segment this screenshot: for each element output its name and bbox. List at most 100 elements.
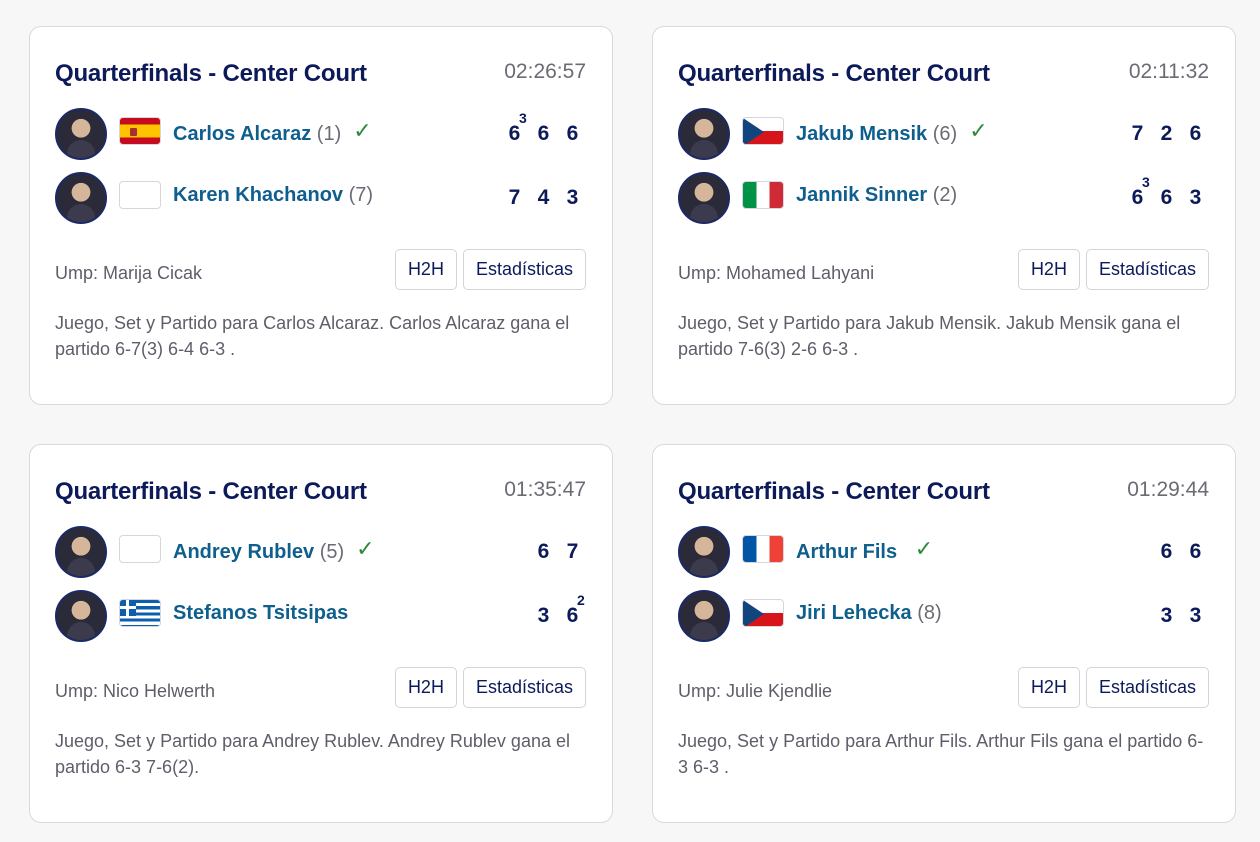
set-games: 6 xyxy=(566,122,579,145)
player-name-link[interactable]: Andrey Rublev (5) ✓ xyxy=(173,536,375,564)
player-avatar[interactable] xyxy=(55,526,107,578)
country-flag-icon xyxy=(742,535,784,563)
player-name[interactable]: Andrey Rublev xyxy=(173,541,314,563)
player-avatar[interactable] xyxy=(678,526,730,578)
country-flag-icon xyxy=(742,181,784,209)
h2h-button[interactable]: H2H xyxy=(394,249,457,290)
player-name[interactable]: Jiri Lehecka xyxy=(796,602,912,624)
umpire-label: Ump: Mohamed Lahyani xyxy=(678,263,875,283)
player-row: Andrey Rublev (5) ✓ 67 xyxy=(55,526,590,578)
player-row: Jannik Sinner (2) 6363 xyxy=(678,172,1213,224)
player-avatar[interactable] xyxy=(678,590,730,642)
set-games: 2 xyxy=(1160,122,1173,145)
set-games: 4 xyxy=(537,186,550,209)
set-scores: 33 xyxy=(1152,604,1210,628)
player-seed: (2) xyxy=(932,184,958,206)
h2h-button[interactable]: H2H xyxy=(1017,249,1080,290)
player-avatar[interactable] xyxy=(55,108,107,160)
match-title: Quarterfinals - Center Court xyxy=(55,60,367,87)
country-flag-icon xyxy=(119,599,161,627)
set-scores: 726 xyxy=(1123,122,1210,146)
player-seed: (8) xyxy=(917,602,942,624)
match-card: Quarterfinals - Center Court 01:35:47 An… xyxy=(29,444,613,823)
player-avatar[interactable] xyxy=(678,108,730,160)
winner-check-icon: ✓ xyxy=(353,118,372,143)
set-scores: 66 xyxy=(1152,540,1210,564)
set-score: 63 xyxy=(1123,174,1152,210)
player-avatar[interactable] xyxy=(678,172,730,224)
player-avatar[interactable] xyxy=(55,590,107,642)
set-score: 6 xyxy=(1181,122,1210,146)
match-card: Quarterfinals - Center Court 02:26:57 Ca… xyxy=(29,26,613,405)
set-games: 6 xyxy=(1160,186,1173,209)
match-grid: Quarterfinals - Center Court 02:26:57 Ca… xyxy=(0,0,1260,842)
player-name-link[interactable]: Jannik Sinner (2) xyxy=(796,184,957,207)
match-duration: 02:26:57 xyxy=(504,60,586,83)
match-duration: 01:35:47 xyxy=(504,478,586,501)
player-name-link[interactable]: Karen Khachanov (7) xyxy=(173,184,373,207)
player-row: Jiri Lehecka (8) 33 xyxy=(678,590,1213,642)
set-scores: 6363 xyxy=(1123,174,1210,210)
tiebreak-score: 2 xyxy=(577,592,585,608)
match-actions: H2H Estadísticas xyxy=(1017,667,1209,708)
set-games: 6 xyxy=(1189,122,1202,145)
player-row: Jakub Mensik (6) ✓ 726 xyxy=(678,108,1213,160)
stats-button[interactable]: Estadísticas xyxy=(462,667,586,708)
player-name-link[interactable]: Carlos Alcaraz (1) ✓ xyxy=(173,118,372,146)
set-score: 62 xyxy=(558,592,587,628)
country-flag-icon xyxy=(742,599,784,627)
set-score: 6 xyxy=(1152,186,1181,210)
set-scores: 63 66 xyxy=(500,110,587,146)
match-actions: H2H Estadísticas xyxy=(394,249,586,290)
set-score: 6 xyxy=(558,122,587,146)
winner-check-icon: ✓ xyxy=(969,118,988,143)
player-name[interactable]: Jakub Mensik xyxy=(796,123,927,145)
set-score: 3 xyxy=(558,186,587,210)
set-scores: 3 62 xyxy=(529,592,587,628)
h2h-button[interactable]: H2H xyxy=(1017,667,1080,708)
tiebreak-score: 3 xyxy=(519,110,527,126)
match-summary: Juego, Set y Partido para Arthur Fils. A… xyxy=(678,731,1204,777)
player-name[interactable]: Stefanos Tsitsipas xyxy=(173,602,348,624)
set-games: 6 xyxy=(1160,540,1173,563)
h2h-button[interactable]: H2H xyxy=(394,667,457,708)
player-row: Arthur Fils ✓ 66 xyxy=(678,526,1213,578)
set-score: 6 xyxy=(1181,540,1210,564)
set-games: 3 xyxy=(1189,186,1202,209)
set-games: 6 xyxy=(1189,540,1202,563)
set-score: 3 xyxy=(1152,604,1181,628)
player-seed: (5) xyxy=(319,541,345,563)
set-scores: 743 xyxy=(500,186,587,210)
player-name-link[interactable]: Jiri Lehecka (8) xyxy=(796,602,942,625)
player-name[interactable]: Jannik Sinner xyxy=(796,184,927,206)
player-name-link[interactable]: Stefanos Tsitsipas xyxy=(173,602,348,625)
stats-button[interactable]: Estadísticas xyxy=(1085,667,1209,708)
winner-check-icon: ✓ xyxy=(356,536,375,561)
player-name[interactable]: Arthur Fils xyxy=(796,541,897,563)
player-seed: (6) xyxy=(932,123,958,145)
match-actions: H2H Estadísticas xyxy=(1017,249,1209,290)
set-score: 3 xyxy=(1181,604,1210,628)
match-summary: Juego, Set y Partido para Jakub Mensik. … xyxy=(678,313,1181,359)
umpire-label: Ump: Julie Kjendlie xyxy=(678,681,833,701)
tiebreak-score: 3 xyxy=(1142,174,1150,190)
set-score: 3 xyxy=(1181,186,1210,210)
stats-button[interactable]: Estadísticas xyxy=(1085,249,1209,290)
stats-button[interactable]: Estadísticas xyxy=(462,249,586,290)
player-name[interactable]: Carlos Alcaraz xyxy=(173,123,311,145)
match-title: Quarterfinals - Center Court xyxy=(678,478,990,505)
match-card: Quarterfinals - Center Court 01:29:44 Ar… xyxy=(652,444,1236,823)
set-games: 7 xyxy=(1131,122,1144,145)
player-name-link[interactable]: Jakub Mensik (6) ✓ xyxy=(796,118,988,146)
set-games: 7 xyxy=(508,186,521,209)
country-flag-icon xyxy=(119,535,161,563)
player-name-link[interactable]: Arthur Fils ✓ xyxy=(796,536,933,564)
set-games: 3 xyxy=(537,604,550,627)
player-avatar[interactable] xyxy=(55,172,107,224)
match-actions: H2H Estadísticas xyxy=(394,667,586,708)
country-flag-icon xyxy=(742,117,784,145)
set-games: 3 xyxy=(566,186,579,209)
set-games: 3 xyxy=(1160,604,1173,627)
country-flag-icon xyxy=(119,117,161,145)
player-name[interactable]: Karen Khachanov xyxy=(173,184,343,206)
